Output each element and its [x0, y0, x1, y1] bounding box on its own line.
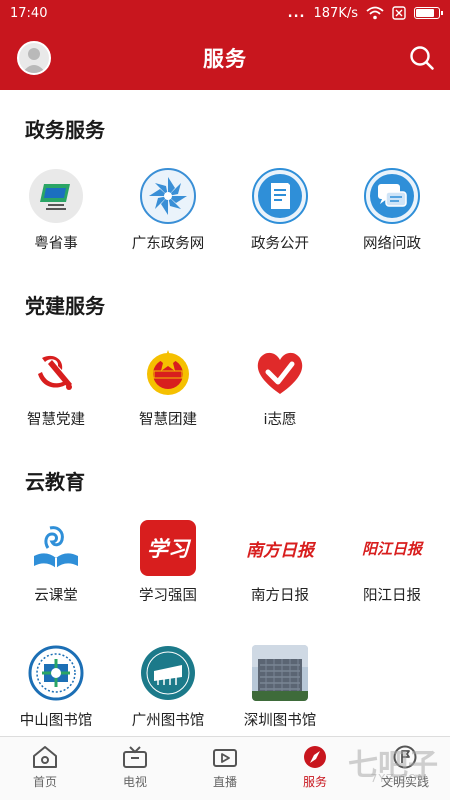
xuexi-qiangguo-icon: 学习 — [140, 520, 196, 576]
service-guangzhou-library[interactable]: 广州图书馆 — [112, 645, 224, 730]
status-time: 17:40 — [10, 5, 48, 21]
home-icon — [33, 746, 57, 768]
item-label: 中山图书馆 — [19, 713, 93, 729]
section-title-edu: 云教育 — [25, 470, 85, 494]
service-i-volunteer[interactable]: i志愿 — [224, 344, 336, 429]
item-label: 深圳图书馆 — [243, 713, 317, 729]
item-label: 智慧党建 — [27, 412, 85, 428]
item-label: 粤省事 — [34, 236, 78, 252]
item-label: 网络问政 — [363, 236, 421, 252]
sim-off-icon — [392, 6, 406, 20]
service-zhongshan-library[interactable]: 中山图书馆 — [0, 645, 112, 730]
open-book-icon — [28, 520, 84, 576]
nanfang-logo-text: 南方日报 — [246, 540, 314, 561]
xuexi-logo-text: 学习 — [147, 536, 189, 561]
tab-home[interactable]: 首页 — [0, 737, 90, 800]
tab-service[interactable]: 服务 — [270, 737, 360, 800]
live-video-icon — [213, 749, 237, 767]
status-bar: 17:40 ... 187K/s — [0, 0, 450, 26]
service-cloud-classroom[interactable]: 云课堂 — [0, 520, 112, 605]
document-icon — [252, 168, 308, 224]
item-label: 南方日报 — [251, 588, 309, 604]
status-dots: ... — [287, 5, 306, 21]
party-emblem-icon — [28, 344, 84, 400]
tv-icon — [123, 746, 147, 768]
zhongshan-library-icon — [28, 645, 84, 701]
tab-label: 首页 — [32, 775, 57, 789]
guangdong-gov-icon — [140, 168, 196, 224]
service-gov-affairs-open[interactable]: 政务公开 — [224, 168, 336, 253]
item-label: 阳江日报 — [363, 588, 421, 604]
service-xuexi-qiangguo[interactable]: 学习 学习强国 — [112, 520, 224, 605]
section-title-gov: 政务服务 — [25, 118, 105, 142]
item-label: 广州图书馆 — [131, 713, 205, 729]
tab-label: 服务 — [302, 775, 327, 789]
guangzhou-library-icon — [140, 645, 196, 701]
service-smart-league[interactable]: 智慧团建 — [112, 344, 224, 429]
section-title-party: 党建服务 — [25, 294, 105, 318]
compass-icon — [304, 746, 326, 768]
page-title: 服务 — [203, 47, 247, 71]
search-button[interactable] — [408, 44, 436, 72]
yangjiang-daily-logo: 阳江日报 — [352, 520, 432, 576]
watermark-sub: 7YZ.COM — [370, 772, 428, 785]
service-nanfang-daily[interactable]: 南方日报 南方日报 — [224, 520, 336, 605]
item-label: 学习强国 — [139, 588, 197, 604]
search-icon — [410, 46, 434, 70]
yue-shengshi-icon — [28, 168, 84, 224]
nanfang-daily-logo: 南方日报 — [240, 520, 320, 576]
battery-icon — [414, 7, 443, 19]
item-label: 政务公开 — [251, 236, 309, 252]
service-yue-shengshi[interactable]: 粤省事 — [0, 168, 112, 253]
avatar[interactable] — [17, 41, 51, 75]
chat-bubbles-icon — [364, 168, 420, 224]
service-shenzhen-library[interactable]: 深圳图书馆 — [224, 645, 336, 730]
service-guangdong-gov[interactable]: 广东政务网 — [112, 168, 224, 253]
item-label: 云课堂 — [34, 588, 78, 604]
service-smart-party[interactable]: 智慧党建 — [0, 344, 112, 429]
network-speed: 187K/s — [313, 5, 359, 21]
item-label: i志愿 — [263, 412, 297, 428]
service-yangjiang-daily[interactable]: 阳江日报 阳江日报 — [336, 520, 448, 605]
shenzhen-library-photo — [252, 645, 308, 701]
wifi-icon — [366, 6, 384, 20]
services-content: 政务服务 粤省事 广东政务网 政务公开 网络问政 党建服务 智慧党建 智慧团建 … — [0, 90, 450, 736]
tab-tv[interactable]: 电视 — [90, 737, 180, 800]
item-label: 广东政务网 — [131, 236, 205, 252]
status-indicators: ... 187K/s — [287, 5, 443, 21]
yangjiang-logo-text: 阳江日报 — [361, 539, 422, 558]
service-online-inquiry[interactable]: 网络问政 — [336, 168, 448, 253]
tab-label: 电视 — [122, 775, 147, 789]
app-bar: 服务 — [0, 26, 450, 90]
item-label: 智慧团建 — [139, 412, 197, 428]
tab-live[interactable]: 直播 — [180, 737, 270, 800]
tab-label: 直播 — [212, 775, 237, 789]
user-silhouette-icon — [22, 48, 46, 73]
youth-league-emblem-icon — [140, 344, 196, 400]
heart-hand-icon — [252, 344, 308, 400]
